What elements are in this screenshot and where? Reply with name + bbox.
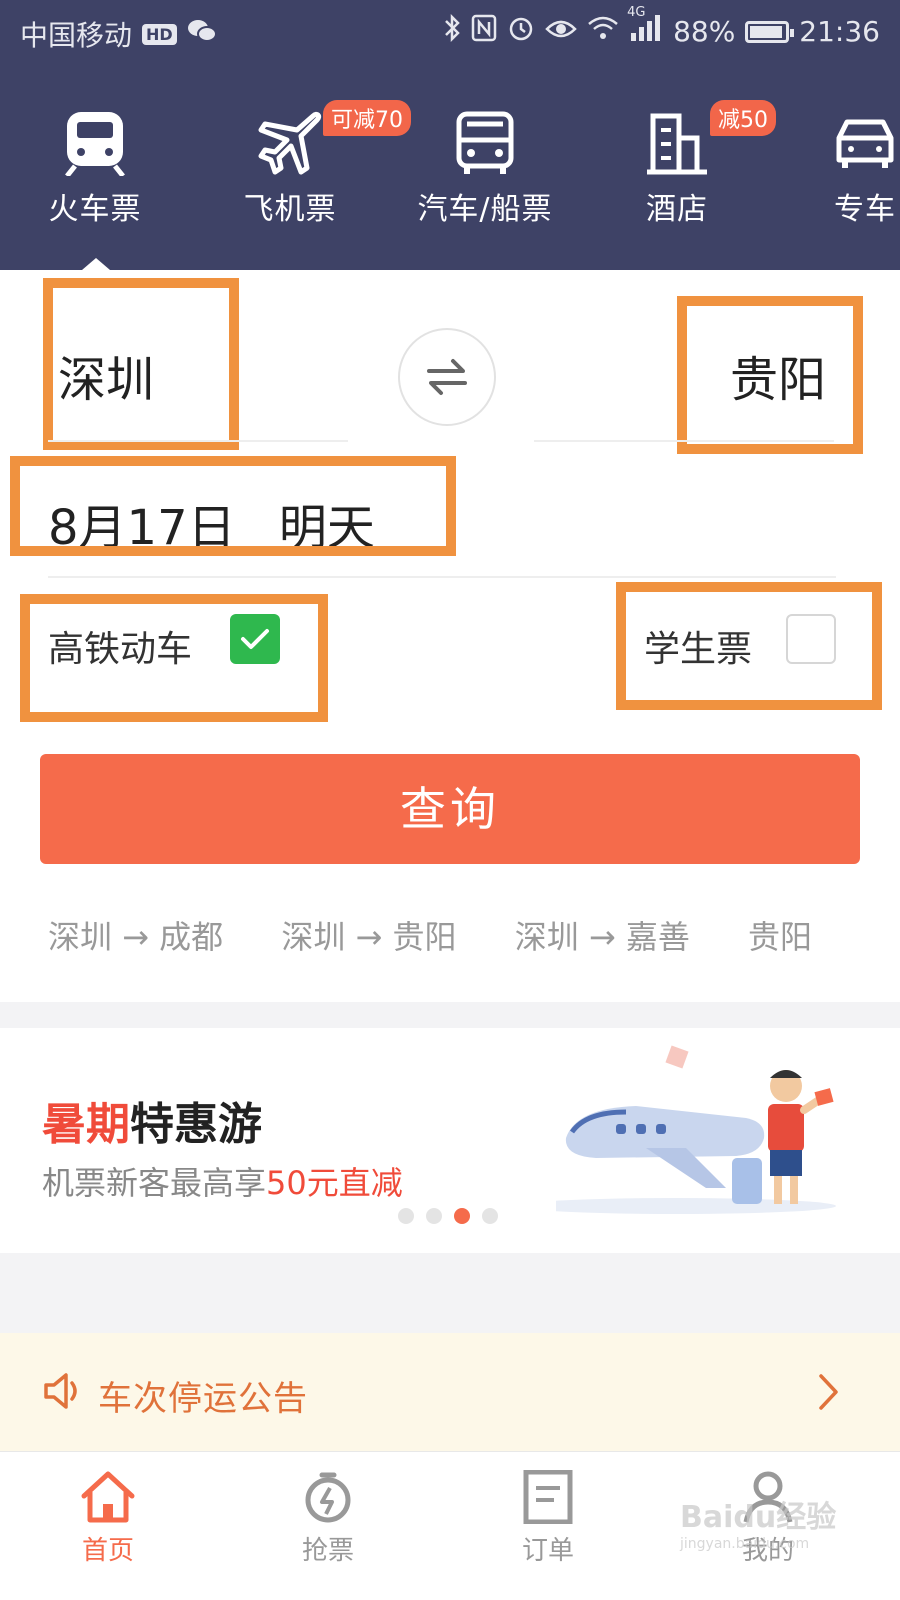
bus-icon xyxy=(456,111,514,174)
tab-orders-label: 订单 xyxy=(521,1536,574,1566)
train-icon xyxy=(65,112,125,176)
carousel-dot[interactable] xyxy=(482,1208,498,1224)
carousel-dot-active[interactable] xyxy=(454,1208,470,1224)
nav-car[interactable]: 专车 xyxy=(770,90,900,228)
bluetooth-icon xyxy=(443,13,461,49)
signal-icon: 4G xyxy=(627,5,663,48)
order-icon xyxy=(523,1470,573,1524)
banner-title-rest: 特惠游 xyxy=(130,1099,262,1150)
carousel-dots xyxy=(398,1208,498,1224)
category-nav: 火车票 飞机票 可减70 汽车/船票 酒店 减50 专车 xyxy=(0,90,900,270)
nav-train[interactable]: 火车票 xyxy=(0,90,190,228)
nav-hotel-label: 酒店 xyxy=(646,192,708,227)
watermark-url: jingyan.baidu.com xyxy=(680,1536,810,1552)
recent-route-item[interactable]: 深圳 → 嘉善 xyxy=(515,912,690,956)
nfc-icon xyxy=(471,14,497,49)
car-icon xyxy=(836,119,894,168)
nav-flight-label: 飞机票 xyxy=(243,192,337,227)
tab-grab-label: 抢票 xyxy=(301,1536,354,1566)
tab-home-label: 首页 xyxy=(81,1536,134,1566)
plane-icon xyxy=(258,111,322,175)
bottom-tab-bar: 首页 抢票 订单 我的 Baidu经验 jingyan.baidu.com xyxy=(0,1451,900,1600)
alarm-icon xyxy=(507,14,535,49)
recent-route-item[interactable]: 贵阳 xyxy=(748,912,812,956)
wechat-icon xyxy=(187,18,217,51)
wifi-icon xyxy=(587,15,619,48)
recent-routes: 深圳 → 成都 深圳 → 贵阳 深圳 → 嘉善 贵阳 xyxy=(48,912,848,956)
section-divider xyxy=(0,1253,900,1333)
search-button[interactable]: 查询 xyxy=(40,754,860,864)
banner-title: 暑期特惠游 xyxy=(42,1088,262,1152)
nav-car-label: 专车 xyxy=(834,192,896,227)
hotel-discount-badge: 减50 xyxy=(710,100,776,136)
eye-icon xyxy=(545,15,577,48)
carousel-dot[interactable] xyxy=(398,1208,414,1224)
stopwatch-icon xyxy=(305,1472,351,1523)
recent-route-item[interactable]: 深圳 → 成都 xyxy=(48,912,223,956)
highlight-student xyxy=(616,582,882,710)
banner-subtitle: 机票新客最高享50元直减 xyxy=(42,1158,403,1204)
battery-percent: 88% xyxy=(673,15,736,48)
from-city-underline xyxy=(48,440,348,442)
home-icon xyxy=(81,1471,135,1523)
travel-illustration xyxy=(556,1045,836,1214)
banner-subtitle-highlight: 50元直减 xyxy=(266,1164,403,1202)
network-type: 4G xyxy=(627,5,646,20)
highlight-date xyxy=(10,456,456,556)
to-city-underline xyxy=(534,440,834,442)
section-divider xyxy=(0,1002,900,1028)
clock-time: 21:36 xyxy=(799,15,880,48)
battery-icon xyxy=(745,20,795,43)
banner-subtitle-prefix: 机票新客最高享 xyxy=(42,1164,267,1202)
highlight-to-city xyxy=(677,296,863,454)
swap-cities-button[interactable] xyxy=(398,328,496,426)
top-header: 中国移动 HD 4G 88% 21:36 火车票 飞机票 可减70 汽车/船票 … xyxy=(0,0,900,270)
tab-grab-tickets[interactable]: 抢票 xyxy=(268,1470,388,1567)
tab-home[interactable]: 首页 xyxy=(48,1470,168,1567)
active-tab-indicator xyxy=(82,258,110,270)
notice-text: 车次停运公告 xyxy=(98,1379,308,1419)
speaker-icon xyxy=(44,1373,77,1409)
highlight-highspeed xyxy=(20,594,328,722)
banner-title-highlight: 暑期 xyxy=(42,1099,130,1150)
hotel-icon xyxy=(647,113,707,175)
suspension-notice[interactable]: 车次停运公告 xyxy=(0,1333,900,1451)
nav-bus-label: 汽车/船票 xyxy=(417,192,553,227)
swap-icon xyxy=(427,359,467,395)
hd-icon: HD xyxy=(142,23,177,45)
highlight-from-city xyxy=(43,278,239,450)
nav-train-label: 火车票 xyxy=(48,192,142,227)
promo-banner[interactable]: 暑期特惠游 机票新客最高享50元直减 xyxy=(0,1028,900,1253)
carrier-name: 中国移动 xyxy=(20,19,133,52)
carousel-dot[interactable] xyxy=(426,1208,442,1224)
chevron-right-icon xyxy=(819,1374,838,1410)
status-bar: 中国移动 HD 4G 88% 21:36 xyxy=(0,0,900,62)
nav-bus-ship[interactable]: 汽车/船票 xyxy=(390,90,580,228)
watermark-brand: Baidu经验 xyxy=(680,1500,837,1535)
recent-route-item[interactable]: 深圳 → 贵阳 xyxy=(281,912,456,956)
watermark: Baidu经验 jingyan.baidu.com xyxy=(680,1492,836,1552)
tab-orders[interactable]: 订单 xyxy=(488,1470,608,1567)
date-underline xyxy=(48,576,836,578)
